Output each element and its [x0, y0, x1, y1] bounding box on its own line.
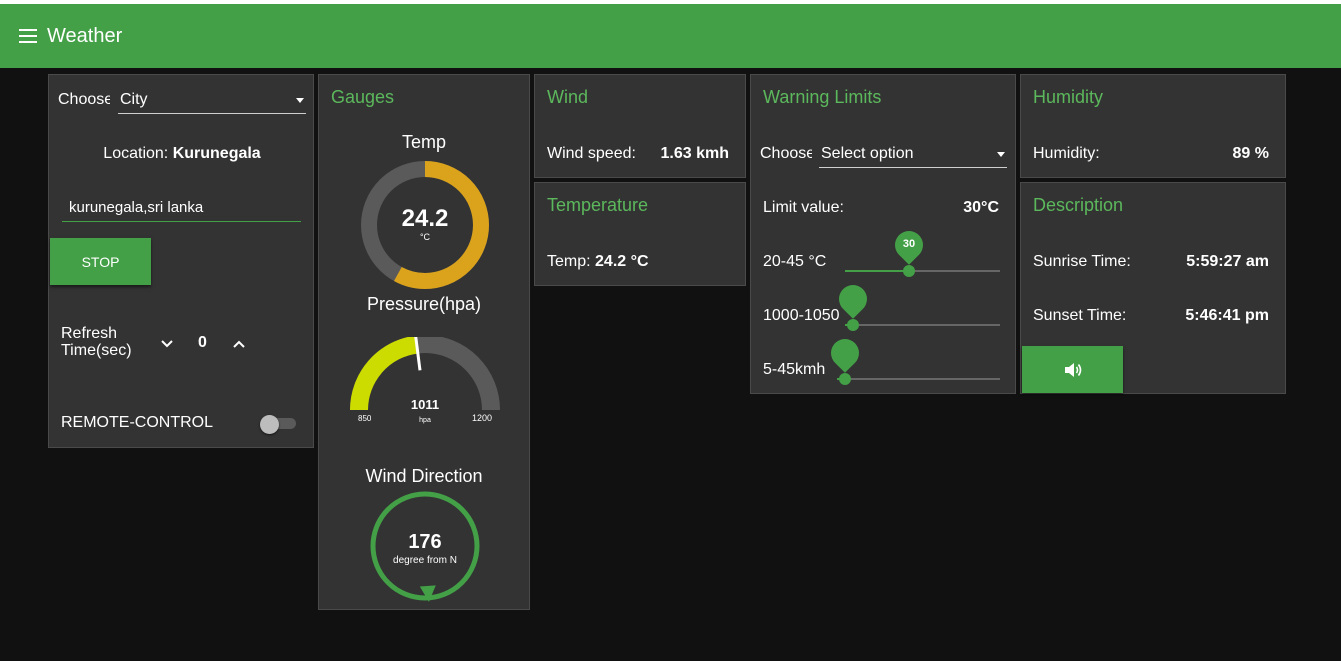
slider-track [837, 378, 1000, 380]
wind-direction-title: Wind Direction [365, 466, 483, 486]
slider-handle[interactable] [839, 373, 851, 385]
controls-card: Choose City Location: Kurunegala kuruneg… [48, 74, 314, 448]
choose-label: Choose [58, 91, 110, 108]
humidity-title: Humidity [1033, 87, 1104, 107]
pressure-gauge-value: 1011 [410, 397, 440, 412]
temperature-value: 24.2 °C [595, 253, 649, 270]
sunrise-value: 5:59:27 am [1186, 253, 1269, 270]
stop-button[interactable]: STOP [50, 238, 151, 285]
temp-limit-slider[interactable]: 30 [845, 215, 1000, 277]
temperature-text: Temp: 24.2 °C [547, 253, 649, 271]
temperature-label: Temp: [547, 253, 591, 270]
remote-control-label: REMOTE-CONTROL [61, 414, 213, 431]
wind-limit-slider[interactable] [825, 323, 1000, 385]
refresh-label-line1: Refresh [61, 325, 118, 342]
sunset-label: Sunset Time: [1033, 307, 1127, 324]
limit-value-label: Limit value: [763, 199, 844, 216]
gauges-card: Gauges Temp 24.2 °C Pressure(hpa) 1011 h… [318, 74, 530, 610]
wind-direction-unit: degree from N [393, 555, 457, 566]
remote-control-toggle[interactable] [260, 415, 296, 434]
menu-icon[interactable] [19, 29, 37, 43]
temp-limit-label: 20-45 °C [763, 253, 827, 270]
app-header: Weather [0, 4, 1341, 68]
volume-icon [1064, 362, 1081, 377]
wind-speed-value: 1.63 kmh [660, 145, 729, 162]
location-label: Location: [103, 145, 169, 162]
pressure-gauge-unit: hpa [419, 417, 431, 424]
app-title: Weather [47, 24, 123, 47]
search-input[interactable]: kurunegala,sri lanka [62, 191, 301, 222]
description-title: Description [1033, 195, 1124, 215]
wind-card: Wind Wind speed: 1.63 kmh [534, 74, 746, 178]
refresh-label: Refresh Time(sec) [61, 325, 132, 359]
chevron-down-icon [296, 98, 304, 103]
temp-gauge-unit: °C [419, 232, 431, 242]
slider-pin [825, 333, 865, 373]
humidity-value: 89 % [1232, 145, 1269, 162]
chevron-down-icon[interactable] [160, 337, 174, 351]
search-input-value: kurunegala,sri lanka [69, 199, 204, 216]
pressure-limit-label: 1000-1050 [763, 307, 840, 324]
pressure-limit-slider[interactable] [833, 269, 1000, 331]
warning-option-select[interactable]: Select option [819, 143, 1007, 168]
humidity-label: Humidity: [1033, 145, 1100, 162]
warning-choose-label: Choose [760, 145, 812, 162]
refresh-value: 0 [198, 334, 207, 351]
sunrise-label: Sunrise Time: [1033, 253, 1131, 270]
warning-option-value: Select option [821, 145, 914, 162]
city-select[interactable]: City [118, 89, 306, 114]
warning-limits-card: Warning Limits Choose Select option Limi… [750, 74, 1016, 394]
temp-gauge-value: 24.2 [401, 205, 449, 232]
wind-title: Wind [547, 87, 589, 107]
temperature-title: Temperature [547, 195, 649, 215]
gauges-title: Gauges [331, 87, 395, 107]
temperature-card: Temperature Temp: 24.2 °C [534, 182, 746, 286]
refresh-label-line2: Time(sec) [61, 342, 132, 359]
wind-limit-label: 5-45kmh [763, 361, 826, 378]
slider-pin-value: 30 [902, 238, 916, 250]
chevron-down-icon [997, 152, 1005, 157]
location-text: Location: Kurunegala [49, 145, 315, 163]
city-select-value: City [120, 91, 148, 108]
location-value: Kurunegala [172, 145, 261, 162]
pressure-gauge-min: 850 [358, 414, 372, 423]
pressure-gauge-title: Pressure(hpa) [366, 294, 482, 314]
wind-speed-label: Wind speed: [547, 145, 636, 162]
temp-gauge-title: Temp [401, 132, 446, 152]
description-card: Description Sunrise Time: 5:59:27 am Sun… [1020, 182, 1286, 394]
sound-button[interactable] [1022, 346, 1123, 393]
chevron-up-icon[interactable] [232, 337, 246, 351]
humidity-card: Humidity Humidity: 89 % [1020, 74, 1286, 178]
wind-direction-value: 176 [408, 531, 442, 553]
warning-limits-title: Warning Limits [763, 87, 882, 107]
sunset-value: 5:46:41 pm [1185, 307, 1269, 324]
pressure-gauge-max: 1200 [472, 413, 493, 423]
